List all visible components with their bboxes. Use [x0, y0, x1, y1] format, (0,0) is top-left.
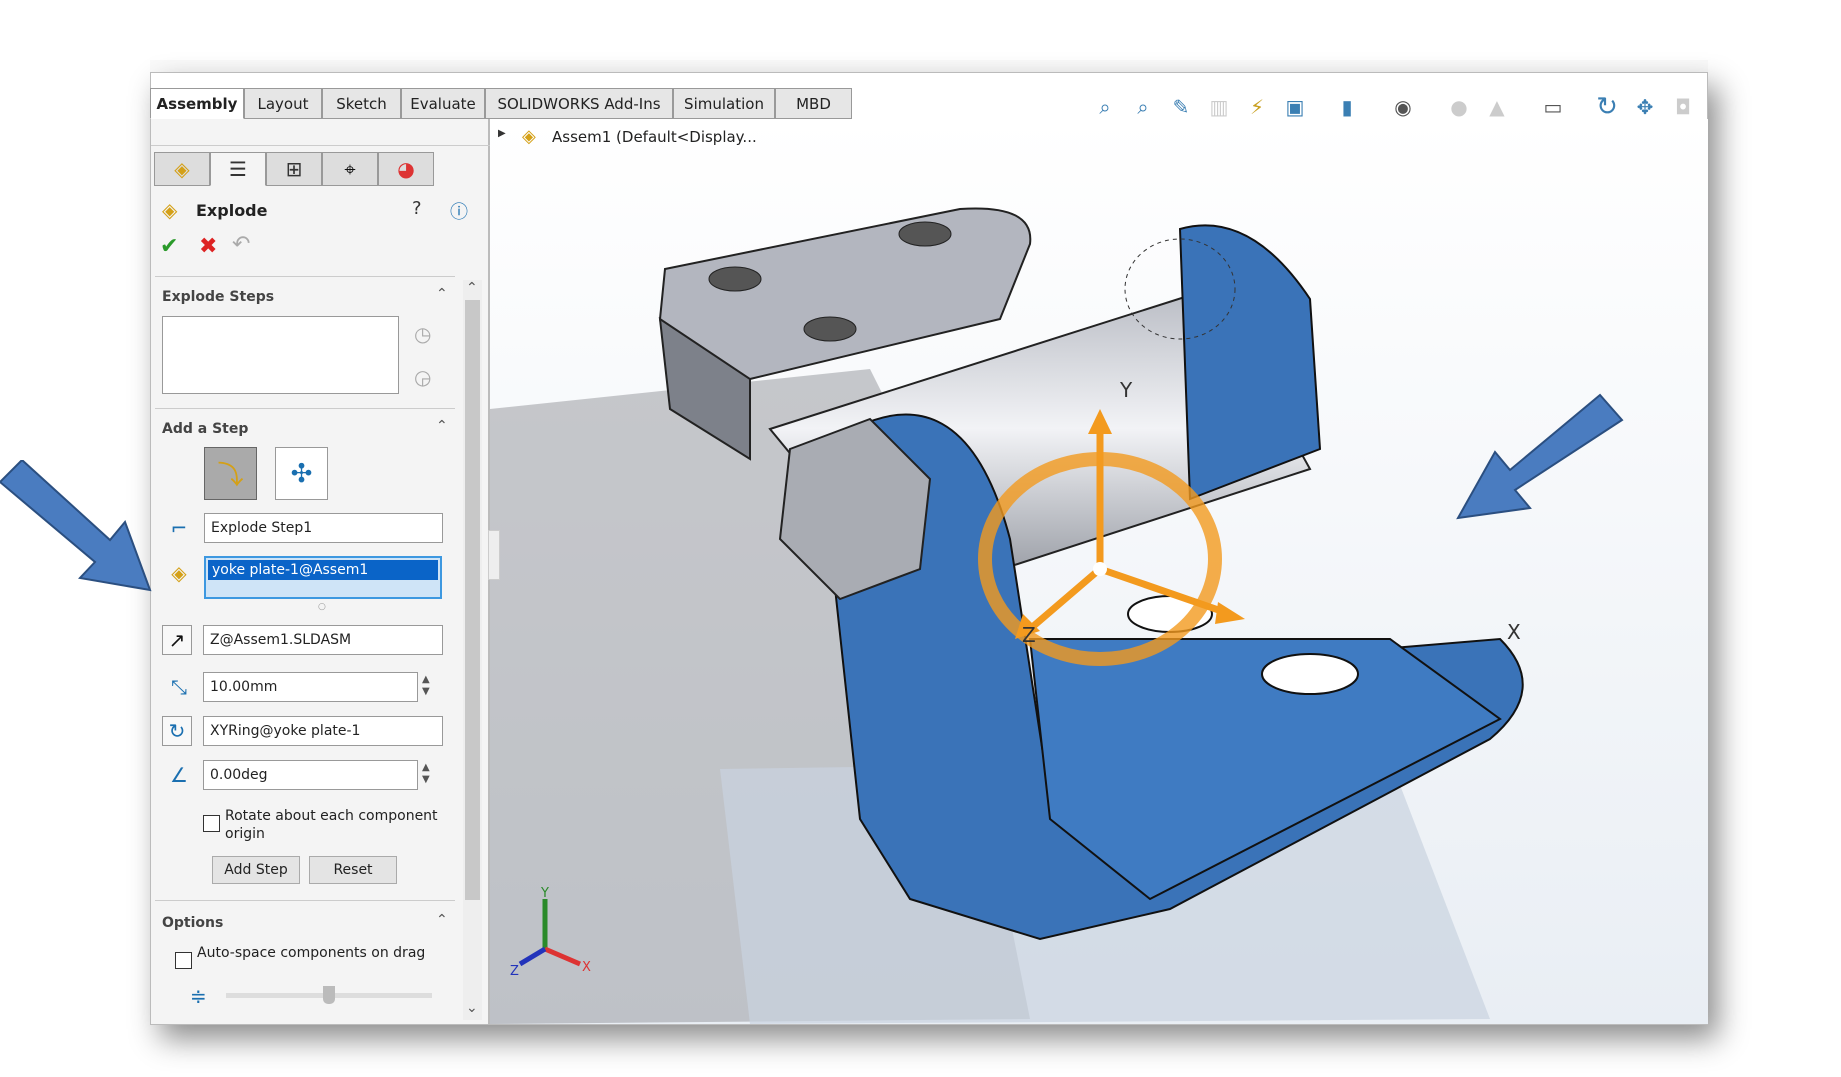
left-callout-arrow	[0, 460, 152, 592]
auto-space-label: Auto-space components on drag	[197, 945, 426, 961]
tab-sketch[interactable]: Sketch	[322, 88, 401, 119]
right-callout-arrow	[1456, 393, 1624, 520]
explode-icon: ◈	[162, 198, 178, 222]
explode-direction-input[interactable]: Z@Assem1.SLDASM	[203, 625, 443, 655]
undo-icon[interactable]: ↶	[232, 232, 250, 257]
triad-y-label: Y	[1119, 378, 1133, 402]
tab-property-manager[interactable]: ☰	[210, 152, 266, 186]
triad-z-label: Z	[1022, 623, 1036, 647]
tab-feature-manager[interactable]: ◈	[154, 152, 210, 186]
feature-tree-root[interactable]: Assem1 (Default<Display...	[552, 128, 757, 146]
auto-space-checkbox[interactable]	[175, 952, 192, 969]
zoom-to-area-icon[interactable]: ⌕	[1128, 92, 1158, 122]
graphics-viewport[interactable]: X Y X Z Y X Z	[490, 119, 1708, 1024]
help-icon[interactable]: ⓘ	[450, 198, 468, 224]
scrollbar-thumb[interactable]	[465, 300, 480, 900]
collapse-add-step[interactable]: ⌃	[436, 418, 448, 434]
tab-display-manager[interactable]: ◕	[378, 152, 434, 186]
triad-x-label: X	[1507, 620, 1521, 644]
options-header: Options	[162, 915, 224, 931]
add-step-header: Add a Step	[162, 421, 249, 437]
zoom-to-fit-icon[interactable]: ⌕	[1090, 92, 1120, 122]
pan-icon[interactable]: ✥	[1630, 92, 1660, 122]
divider	[155, 900, 455, 901]
divider	[155, 276, 455, 277]
display-style-icon[interactable]: ▮	[1332, 92, 1362, 122]
collapse-explode-steps[interactable]: ⌃	[436, 286, 448, 302]
tab-dimxpert-manager[interactable]: ⌖	[322, 152, 378, 186]
angle-icon: ∠	[170, 763, 188, 787]
rotation-axis-icon[interactable]: ↻	[162, 716, 192, 746]
svg-text:Y: Y	[540, 886, 549, 901]
rotate-origin-label: Rotate about each component origin	[225, 808, 438, 842]
hide-show-icon[interactable]: ◉	[1388, 92, 1418, 122]
rotation-axis-input[interactable]: XYRing@yoke plate-1	[203, 716, 443, 746]
roll-forward-icon[interactable]: ◶	[414, 365, 431, 389]
add-step-button[interactable]: Add Step	[212, 856, 300, 884]
regular-step-button[interactable]: ⤵	[204, 447, 257, 500]
svg-text:X: X	[582, 960, 591, 975]
tree-expand-arrow[interactable]: ▶	[498, 128, 506, 139]
explode-direction-icon[interactable]: ↗	[162, 625, 192, 655]
radial-step-button[interactable]: ✣	[275, 447, 328, 500]
section-view-icon[interactable]: ▥	[1204, 92, 1234, 122]
angle-input[interactable]: 0.00deg	[203, 760, 418, 790]
collapse-options[interactable]: ⌃	[436, 912, 448, 928]
spacing-slider-thumb[interactable]	[323, 986, 335, 1004]
spacing-icon: ≑	[190, 984, 207, 1008]
rotate-icon[interactable]: ↻	[1592, 92, 1622, 122]
distance-input[interactable]: 10.00mm	[203, 672, 418, 702]
svg-text:Z: Z	[510, 964, 519, 979]
roll-back-icon[interactable]: ◷	[414, 322, 431, 346]
panel-title: Explode	[196, 201, 268, 220]
tab-layout[interactable]: Layout	[244, 88, 322, 119]
splitter	[151, 145, 490, 146]
components-selection-box[interactable]: yoke plate-1@Assem1	[204, 556, 442, 599]
tab-mbd[interactable]: MBD	[775, 88, 852, 119]
scroll-up[interactable]: ⌃	[466, 280, 478, 296]
panel-collapse-handle[interactable]	[488, 530, 500, 580]
tab-evaluate[interactable]: Evaluate	[401, 88, 485, 119]
step-name-input[interactable]: Explode Step1	[204, 513, 443, 543]
view-settings-icon[interactable]: ▭	[1538, 92, 1568, 122]
dynamic-annotation-icon[interactable]: ⚡	[1242, 92, 1272, 122]
cancel-x-icon[interactable]: ✖	[199, 234, 217, 259]
tab-addins[interactable]: SOLIDWORKS Add-Ins	[485, 88, 673, 119]
distance-icon: ⤡	[171, 675, 187, 699]
explode-steps-header: Explode Steps	[162, 289, 275, 305]
previous-view-icon[interactable]: ✎	[1166, 92, 1196, 122]
angle-spinner[interactable]: ▲ ▼	[422, 762, 430, 786]
screen-capture-icon[interactable]: ◘	[1668, 92, 1698, 122]
resize-handle[interactable]: ○	[318, 602, 326, 612]
explode-steps-list[interactable]	[162, 316, 399, 394]
ok-check-icon[interactable]: ✔	[160, 234, 178, 259]
view-orientation-icon[interactable]: ▣	[1280, 92, 1310, 122]
reset-button[interactable]: Reset	[309, 856, 397, 884]
tab-simulation[interactable]: Simulation	[673, 88, 775, 119]
assembly-icon: ◈	[522, 126, 536, 147]
whats-new-help-icon[interactable]: ?	[412, 198, 422, 219]
selected-component[interactable]: yoke plate-1@Assem1	[208, 560, 438, 580]
rotate-origin-checkbox[interactable]	[203, 815, 220, 832]
edit-appearance-icon[interactable]: ●	[1444, 92, 1474, 122]
apply-scene-icon[interactable]: ▲	[1482, 92, 1512, 122]
scroll-down[interactable]: ⌄	[466, 1000, 478, 1016]
divider	[155, 408, 455, 409]
distance-spinner[interactable]: ▲ ▼	[422, 674, 430, 698]
tab-configuration-manager[interactable]: ⊞	[266, 152, 322, 186]
tab-assembly[interactable]: Assembly	[150, 88, 244, 119]
